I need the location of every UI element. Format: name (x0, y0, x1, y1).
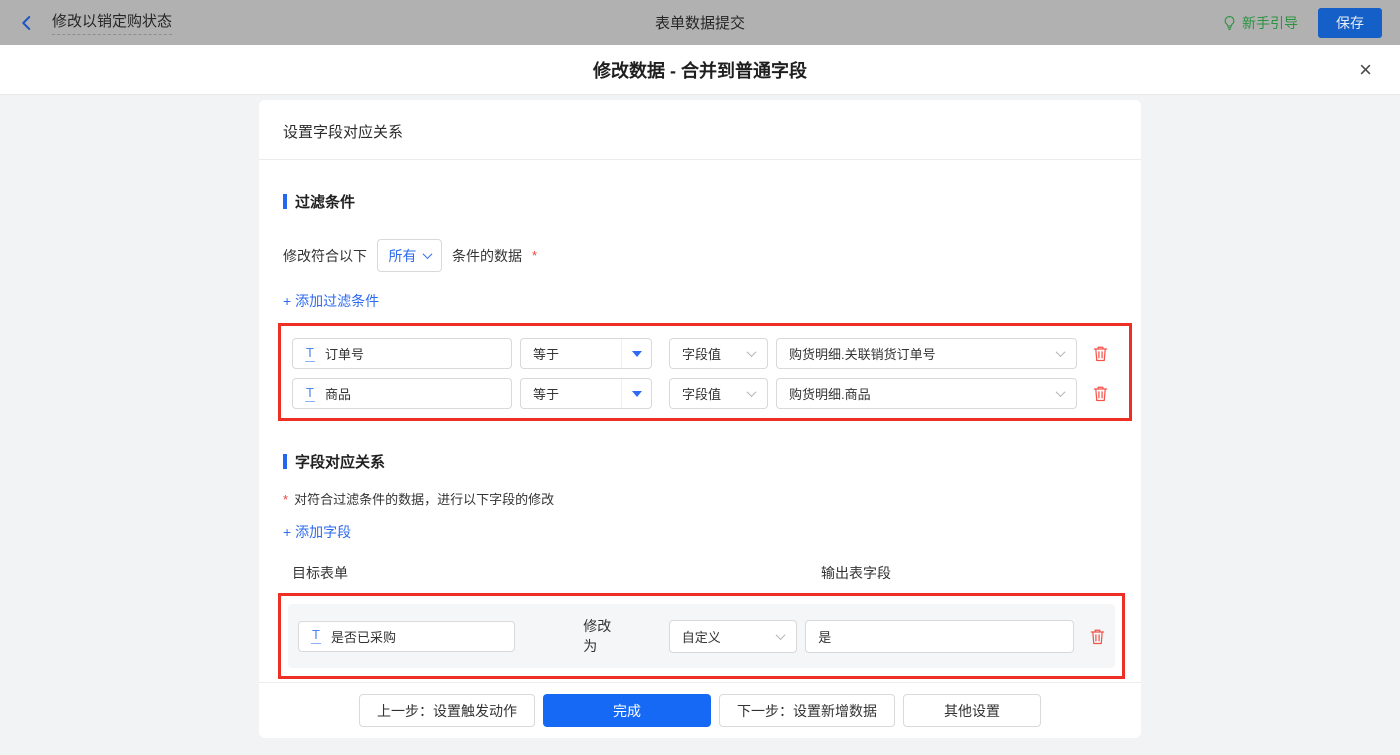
condition-prefix: 修改符合以下 (283, 247, 367, 264)
chevron-down-icon (1055, 387, 1066, 398)
dialog-header: 修改数据 - 合并到普通字段 × (0, 45, 1400, 95)
text-field-icon: T (305, 344, 315, 362)
condition-line: 修改符合以下 所有 条件的数据 * (283, 239, 1117, 272)
required-asterisk: * (283, 492, 289, 507)
target-form-column-header: 目标表单 (292, 565, 348, 581)
section-accent-bar (283, 454, 287, 469)
chevron-down-icon (1055, 347, 1066, 358)
filter-field-select[interactable]: T 订单号 (292, 338, 512, 369)
chevron-down-icon (746, 347, 757, 358)
mapping-column-headers: 目标表单 输出表字段 (283, 563, 1117, 583)
value-field-select[interactable]: 购货明细.关联销货订单号 (776, 338, 1077, 369)
chevron-down-icon (746, 387, 757, 398)
save-button[interactable]: 保存 (1318, 7, 1382, 38)
condition-suffix: 条件的数据 (452, 247, 522, 264)
mapping-highlight-box: T 是否已采购 修改为 自定义 (278, 593, 1125, 679)
next-step-button[interactable]: 下一步：设置新增数据 (719, 694, 895, 727)
beginner-guide-label: 新手引导 (1242, 14, 1298, 31)
modify-to-label: 修改为 (583, 618, 612, 654)
dialog-title: 修改数据 - 合并到普通字段 (593, 60, 807, 81)
value-field-select[interactable]: 购货明细.商品 (776, 378, 1077, 409)
add-filter-condition-link[interactable]: + 添加过滤条件 (283, 291, 379, 311)
mapping-row: T 是否已采购 修改为 自定义 (288, 604, 1115, 668)
mapping-note: * 对符合过滤条件的数据，进行以下字段的修改 (283, 492, 555, 507)
add-field-link[interactable]: + 添加字段 (283, 522, 351, 542)
text-field-icon: T (311, 627, 321, 644)
value-type-select[interactable]: 字段值 (669, 378, 768, 409)
text-field-icon: T (305, 384, 315, 402)
operator-caret-zone[interactable] (621, 339, 651, 368)
chevron-down-icon (422, 249, 432, 260)
prev-step-button[interactable]: 上一步：设置触发动作 (359, 694, 535, 727)
filter-row: T 订单号 等于 字段值 购货明细.关联销货订单号 (292, 338, 1129, 369)
trigger-type-label: 表单数据提交 (654, 15, 745, 32)
custom-value-input[interactable] (805, 619, 1074, 653)
value-type-select[interactable]: 字段值 (669, 338, 768, 369)
beginner-guide-link[interactable]: 新手引导 (1222, 13, 1298, 33)
workflow-title[interactable]: 修改以销定购状态 (52, 10, 173, 35)
chevron-down-icon (775, 629, 786, 640)
delete-row-icon[interactable] (1090, 628, 1105, 645)
operator-select[interactable]: 等于 (520, 378, 652, 409)
caret-down-icon (631, 390, 642, 397)
filter-row: T 商品 等于 字段值 购货明细.商品 (292, 378, 1129, 409)
operator-select[interactable]: 等于 (520, 338, 652, 369)
done-button[interactable]: 完成 (543, 694, 711, 727)
mapping-section-title: 字段对应关系 (283, 451, 1117, 472)
filter-section-title: 过滤条件 (283, 191, 1117, 212)
other-settings-button[interactable]: 其他设置 (903, 694, 1041, 727)
dialog-body: 设置字段对应关系 过滤条件 修改符合以下 所有 条件的数据 * + 添加过滤条件 (0, 100, 1400, 755)
required-asterisk: * (532, 248, 538, 263)
card-header-title: 设置字段对应关系 (259, 100, 1141, 160)
dialog-footer: 上一步：设置触发动作 完成 下一步：设置新增数据 其他设置 (259, 682, 1141, 738)
lightbulb-icon (1222, 15, 1237, 31)
caret-down-icon (631, 350, 642, 357)
filter-field-select[interactable]: T 商品 (292, 378, 512, 409)
delete-row-icon[interactable] (1093, 385, 1108, 402)
operator-caret-zone[interactable] (621, 379, 651, 408)
target-field-select[interactable]: T 是否已采购 (298, 620, 516, 652)
filter-highlight-box: T 订单号 等于 字段值 购货明细.关联销货订单号 T 商品 等于 字段值 购货… (278, 323, 1132, 421)
back-icon[interactable] (18, 13, 38, 33)
settings-card: 设置字段对应关系 过滤条件 修改符合以下 所有 条件的数据 * + 添加过滤条件 (259, 100, 1141, 738)
section-accent-bar (283, 194, 287, 209)
value-mode-select[interactable]: 自定义 (668, 619, 798, 653)
output-field-column-header: 输出表字段 (821, 565, 891, 581)
match-mode-select[interactable]: 所有 (377, 239, 442, 272)
delete-row-icon[interactable] (1093, 345, 1108, 362)
top-bar: 修改以销定购状态 表单数据提交 新手引导 保存 (0, 0, 1400, 45)
close-icon[interactable]: × (1359, 58, 1372, 81)
